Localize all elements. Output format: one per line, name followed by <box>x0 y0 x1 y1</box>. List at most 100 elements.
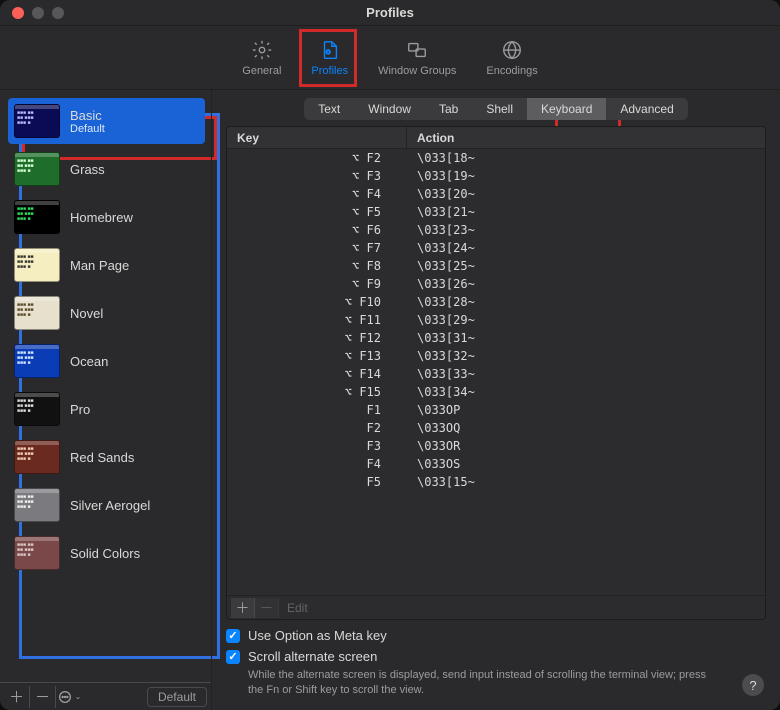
option-as-meta-label: Use Option as Meta key <box>248 628 387 643</box>
seg-text[interactable]: Text <box>304 98 354 120</box>
seg-keyboard[interactable]: Keyboard <box>527 98 606 120</box>
table-row[interactable]: ⌥ F2\033[18~ <box>227 149 765 167</box>
add-binding-button[interactable]: ＋ <box>231 598 255 618</box>
gear-icon <box>250 38 274 62</box>
profile-row-ocean[interactable]: ■■■ ■■■■ ■■■■■■ ■Ocean <box>8 338 205 384</box>
profile-settings-panel: TextWindowTabShellKeyboardAdvanced Key A… <box>212 90 780 710</box>
cell-key: ⌥ F2 <box>227 149 407 167</box>
profile-name: Grass <box>70 162 105 177</box>
cell-action: \033[33~ <box>407 365 765 383</box>
scroll-alternate-label: Scroll alternate screen <box>248 649 377 664</box>
cell-key: ⌥ F4 <box>227 185 407 203</box>
help-button[interactable]: ? <box>742 674 764 696</box>
table-row[interactable]: ⌥ F6\033[23~ <box>227 221 765 239</box>
table-row[interactable]: ⌥ F14\033[33~ <box>227 365 765 383</box>
table-row[interactable]: ⌥ F7\033[24~ <box>227 239 765 257</box>
table-row[interactable]: ⌥ F15\033[34~ <box>227 383 765 401</box>
cell-key: F1 <box>227 401 407 419</box>
profile-thumbnail: ■■■ ■■■■ ■■■■■■ ■ <box>14 536 60 570</box>
table-row[interactable]: ⌥ F8\033[25~ <box>227 257 765 275</box>
seg-shell[interactable]: Shell <box>472 98 527 120</box>
toolbar-label: Encodings <box>486 65 537 77</box>
preferences-toolbar: General Profiles Window Groups Encodings <box>0 26 780 90</box>
toolbar-window-groups[interactable]: Window Groups <box>370 34 464 81</box>
profile-name: Red Sands <box>70 450 134 465</box>
table-row[interactable]: F2\033OQ <box>227 419 765 437</box>
cell-action: \033[28~ <box>407 293 765 311</box>
toolbar-profiles[interactable]: Profiles <box>303 34 356 81</box>
profile-row-homebrew[interactable]: ■■■ ■■■■ ■■■■■■ ■Homebrew <box>8 194 205 240</box>
table-row[interactable]: F1\033OP <box>227 401 765 419</box>
window-title: Profiles <box>0 5 780 20</box>
option-as-meta-checkbox[interactable]: ✓ <box>226 629 240 643</box>
cell-action: \033[26~ <box>407 275 765 293</box>
profile-name: Silver Aerogel <box>70 498 150 513</box>
cell-action: \033[18~ <box>407 149 765 167</box>
toolbar-encodings[interactable]: Encodings <box>478 34 545 81</box>
table-row[interactable]: ⌥ F3\033[19~ <box>227 167 765 185</box>
table-row[interactable]: ⌥ F9\033[26~ <box>227 275 765 293</box>
seg-window[interactable]: Window <box>354 98 425 120</box>
profile-row-solid-colors[interactable]: ■■■ ■■■■ ■■■■■■ ■ Solid Colors <box>8 530 205 576</box>
table-row[interactable]: ⌥ F5\033[21~ <box>227 203 765 221</box>
profile-actions-menu[interactable]: ⌄ <box>56 686 82 708</box>
profile-thumbnail: ■■■ ■■■■ ■■■■■■ ■ <box>14 296 60 330</box>
edit-binding-button: Edit <box>279 601 316 615</box>
seg-tab[interactable]: Tab <box>425 98 472 120</box>
cell-action: \033OQ <box>407 419 765 437</box>
profile-name: Man Page <box>70 258 129 273</box>
cell-key: ⌥ F11 <box>227 311 407 329</box>
option-as-meta-row: ✓ Use Option as Meta key <box>226 628 766 643</box>
cell-key: ⌥ F10 <box>227 293 407 311</box>
scroll-alternate-note: While the alternate screen is displayed,… <box>248 668 718 698</box>
profile-name: Solid Colors <box>70 546 140 561</box>
scroll-alternate-checkbox[interactable]: ✓ <box>226 650 240 664</box>
profile-row-red-sands[interactable]: ■■■ ■■■■ ■■■■■■ ■ Red Sands <box>8 434 205 480</box>
profile-row-silver-aerogel[interactable]: ■■■ ■■■■ ■■■■■■ ■Silver Aerogel <box>8 482 205 528</box>
scroll-alternate-row: ✓ Scroll alternate screen <box>226 649 766 664</box>
remove-profile-button[interactable]: － <box>30 686 56 708</box>
cell-action: \033[32~ <box>407 347 765 365</box>
table-row[interactable]: F4\033OS <box>227 455 765 473</box>
profile-row-man-page[interactable]: ■■■ ■■■■ ■■■■■■ ■Man Page <box>8 242 205 288</box>
table-row[interactable]: ⌥ F13\033[32~ <box>227 347 765 365</box>
profile-row-novel[interactable]: ■■■ ■■■■ ■■■■■■ ■ Novel <box>8 290 205 336</box>
column-header-action[interactable]: Action <box>407 127 765 148</box>
cell-action: \033[34~ <box>407 383 765 401</box>
table-row[interactable]: ⌥ F12\033[31~ <box>227 329 765 347</box>
table-body[interactable]: ⌥ F2\033[18~⌥ F3\033[19~⌥ F4\033[20~⌥ F5… <box>227 149 765 595</box>
table-row[interactable]: F3\033OR <box>227 437 765 455</box>
table-row[interactable]: ⌥ F4\033[20~ <box>227 185 765 203</box>
cell-key: ⌥ F8 <box>227 257 407 275</box>
cell-key: F2 <box>227 419 407 437</box>
cell-key: ⌥ F12 <box>227 329 407 347</box>
profile-subtitle: Default <box>70 123 105 135</box>
make-default-button[interactable]: Default <box>147 687 207 707</box>
table-row[interactable]: F5\033[15~ <box>227 473 765 491</box>
add-profile-button[interactable]: ＋ <box>4 686 30 708</box>
titlebar: Profiles <box>0 0 780 26</box>
table-header: Key Action <box>227 127 765 149</box>
cell-action: \033[25~ <box>407 257 765 275</box>
profiles-list[interactable]: ■■■ ■■■■ ■■■■■■ ■BasicDefault■■■ ■■■■ ■■… <box>8 98 205 682</box>
profile-name: Homebrew <box>70 210 133 225</box>
seg-advanced[interactable]: Advanced <box>606 98 687 120</box>
profile-thumbnail: ■■■ ■■■■ ■■■■■■ ■ <box>14 104 60 138</box>
toolbar-general[interactable]: General <box>234 34 289 81</box>
cell-action: \033[19~ <box>407 167 765 185</box>
profile-name: Novel <box>70 306 103 321</box>
profile-row-grass[interactable]: ■■■ ■■■■ ■■■■■■ ■Grass <box>8 146 205 192</box>
cell-key: ⌥ F7 <box>227 239 407 257</box>
profile-thumbnail: ■■■ ■■■■ ■■■■■■ ■ <box>14 440 60 474</box>
profile-row-basic[interactable]: ■■■ ■■■■ ■■■■■■ ■BasicDefault <box>8 98 205 144</box>
key-bindings-table: Key Action ⌥ F2\033[18~⌥ F3\033[19~⌥ F4\… <box>226 126 766 620</box>
cell-key: ⌥ F3 <box>227 167 407 185</box>
profile-row-pro[interactable]: ■■■ ■■■■ ■■■■■■ ■Pro <box>8 386 205 432</box>
profile-name: Ocean <box>70 354 108 369</box>
column-header-key[interactable]: Key <box>227 127 407 148</box>
cell-action: \033[24~ <box>407 239 765 257</box>
table-row[interactable]: ⌥ F11\033[29~ <box>227 311 765 329</box>
table-row[interactable]: ⌥ F10\033[28~ <box>227 293 765 311</box>
cell-key: ⌥ F9 <box>227 275 407 293</box>
cell-action: \033[23~ <box>407 221 765 239</box>
